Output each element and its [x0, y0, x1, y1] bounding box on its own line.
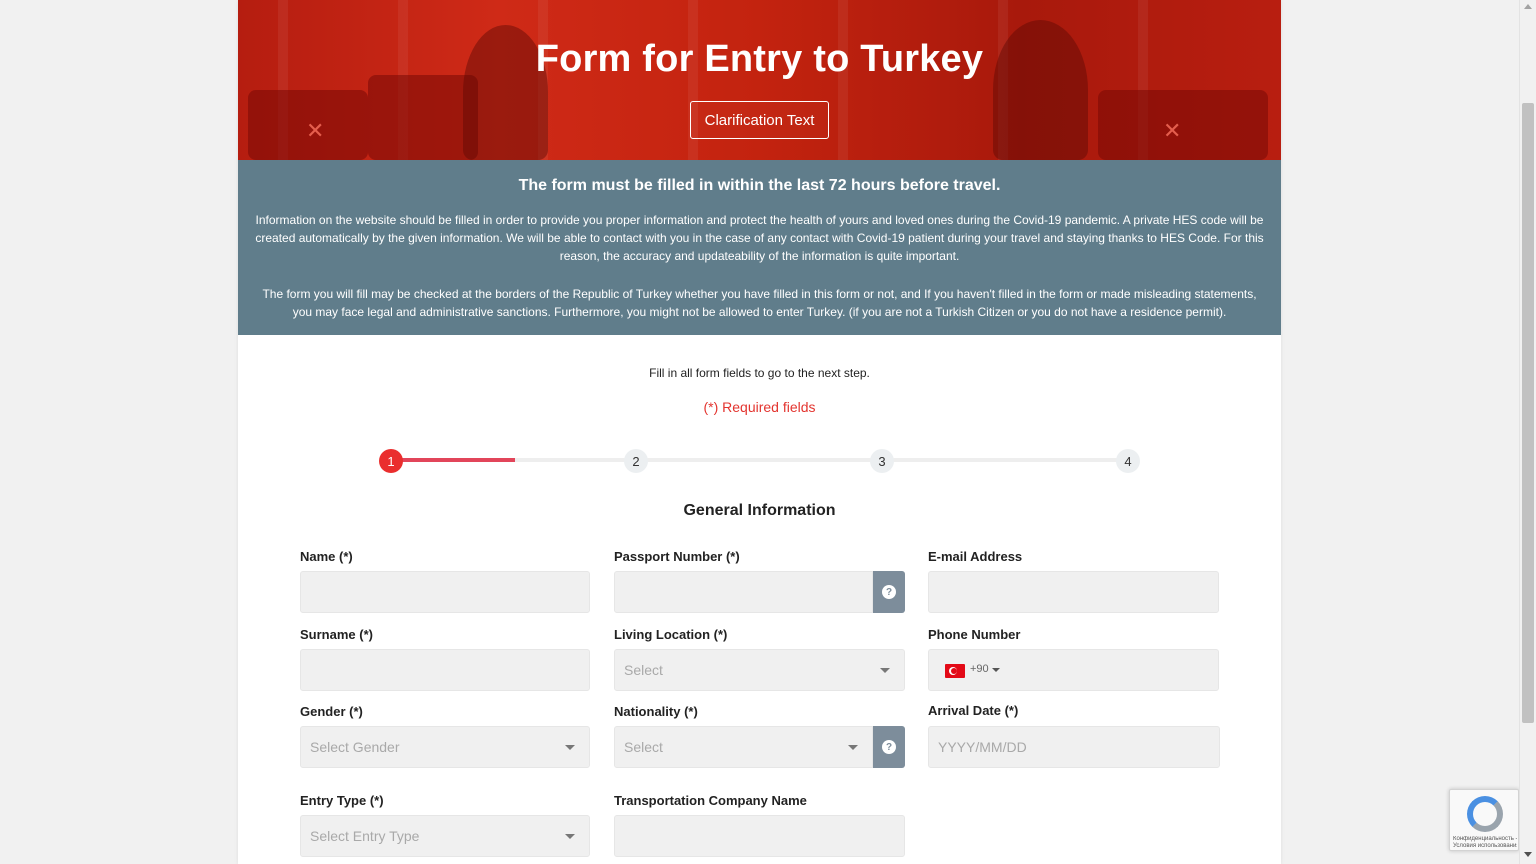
- scroll-down-arrow-icon[interactable]: [1524, 852, 1532, 857]
- caret-down-icon: [565, 834, 575, 839]
- caret-down-icon: [880, 668, 890, 673]
- question-circle-icon: ?: [882, 585, 896, 599]
- step-2[interactable]: 2: [624, 449, 648, 473]
- arrival-date-input[interactable]: YYYY/MM/DD: [928, 726, 1220, 768]
- entry-type-label: Entry Type (*): [300, 793, 384, 808]
- page-container: ✕ ✕ Form for Entry to Turkey Clarificati…: [238, 0, 1281, 864]
- phone-input[interactable]: +90: [928, 649, 1219, 691]
- page-title: Form for Entry to Turkey: [535, 38, 984, 80]
- hero-decor: ✕: [1163, 118, 1182, 143]
- nationality-label: Nationality (*): [614, 704, 698, 719]
- caret-down-icon: [565, 745, 575, 750]
- transport-company-label: Transportation Company Name: [614, 793, 807, 808]
- caret-down-icon: [848, 745, 858, 750]
- gender-select[interactable]: Select Gender: [300, 726, 590, 768]
- info-heading: The form must be filled in within the la…: [518, 177, 1001, 194]
- name-input[interactable]: [300, 571, 590, 613]
- caret-down-icon[interactable]: [992, 668, 1000, 672]
- recaptcha-terms-link[interactable]: Условия использования: [1453, 843, 1517, 850]
- email-input[interactable]: [928, 571, 1219, 613]
- info-paragraph: The form you will fill may be checked at…: [262, 287, 1257, 319]
- phone-dial-code[interactable]: +90: [970, 663, 989, 675]
- email-label: E-mail Address: [928, 549, 1023, 564]
- passport-label: Passport Number (*): [614, 549, 740, 564]
- info-banner: The form must be filled in within the la…: [238, 160, 1281, 335]
- entry-type-placeholder: Select Entry Type: [310, 828, 420, 844]
- passport-help-button[interactable]: ?: [873, 571, 905, 613]
- hero-banner: ✕ ✕ Form for Entry to Turkey Clarificati…: [238, 0, 1281, 160]
- stepper-progress: [391, 458, 515, 462]
- vertical-scrollbar[interactable]: [1519, 0, 1536, 864]
- recaptcha-links[interactable]: Конфиденциальность - Условия использован…: [1453, 836, 1517, 850]
- info-paragraph: Information on the website should be fil…: [255, 213, 1264, 263]
- entry-type-select[interactable]: Select Entry Type: [300, 815, 590, 857]
- nationality-select[interactable]: Select: [614, 726, 873, 768]
- transport-company-input[interactable]: [614, 815, 905, 857]
- surname-label: Surname (*): [300, 627, 373, 642]
- recaptcha-badge[interactable]: Конфиденциальность - Условия использован…: [1449, 789, 1519, 851]
- scrollbar-thumb[interactable]: [1522, 103, 1534, 723]
- clarification-text-button[interactable]: Clarification Text: [690, 101, 829, 139]
- gender-label: Gender (*): [300, 704, 363, 719]
- living-location-select[interactable]: Select: [614, 649, 905, 691]
- required-fields-note: (*) Required fields: [703, 399, 816, 415]
- nationality-help-button[interactable]: ?: [873, 726, 905, 768]
- fill-fields-note: Fill in all form fields to go to the nex…: [649, 366, 870, 380]
- step-4[interactable]: 4: [1116, 449, 1140, 473]
- gender-placeholder: Select Gender: [310, 739, 400, 755]
- hero-decor: ✕: [306, 118, 325, 143]
- living-location-placeholder: Select: [624, 662, 663, 678]
- nationality-placeholder: Select: [624, 739, 663, 755]
- arrival-date-placeholder: YYYY/MM/DD: [938, 739, 1027, 755]
- hero-decor: [1098, 90, 1268, 160]
- recaptcha-icon: [1467, 796, 1503, 832]
- phone-label: Phone Number: [928, 627, 1021, 642]
- recaptcha-privacy-link[interactable]: Конфиденциальность -: [1453, 836, 1517, 843]
- section-title: General Information: [683, 502, 836, 519]
- step-3[interactable]: 3: [870, 449, 894, 473]
- turkey-flag-icon[interactable]: [945, 664, 965, 678]
- surname-input[interactable]: [300, 649, 590, 691]
- question-circle-icon: ?: [882, 740, 896, 754]
- arrival-date-label: Arrival Date (*): [928, 703, 1019, 718]
- scroll-up-arrow-icon[interactable]: [1524, 4, 1532, 9]
- living-location-label: Living Location (*): [614, 627, 728, 642]
- step-1[interactable]: 1: [379, 449, 403, 473]
- name-label: Name (*): [300, 549, 353, 564]
- passport-input[interactable]: [614, 571, 873, 613]
- hero-decor: [368, 75, 478, 160]
